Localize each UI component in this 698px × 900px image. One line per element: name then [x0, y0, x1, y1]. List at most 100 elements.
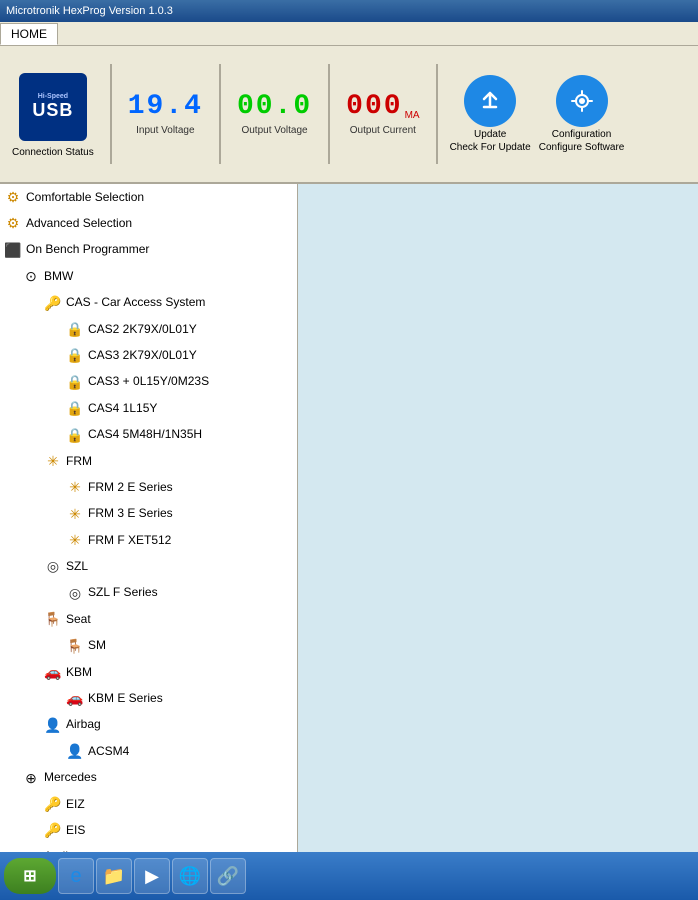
configuration-button[interactable]: Configuration Configure Software [539, 75, 625, 153]
tree-item-audi[interactable]: ∞Audi [0, 844, 297, 852]
title-text: Microtronik HexProg Version 1.0.3 [6, 5, 173, 17]
tree-item-frmf[interactable]: ✳FRM F XET512 [0, 527, 297, 553]
cas4-icon: 🔒 [66, 397, 84, 419]
cas3plus-icon: 🔒 [66, 371, 84, 393]
start-button[interactable]: ⊞ [4, 858, 56, 894]
cas-label: CAS - Car Access System [66, 293, 205, 312]
tree-item-cas3[interactable]: 🔒CAS3 2K79X/0L01Y [0, 342, 297, 368]
input-voltage-display: 19.4 [128, 93, 203, 121]
output-voltage-value: 00.0 [237, 93, 312, 121]
advanced-icon: ⚙ [4, 212, 22, 234]
elz-icon: 🔑 [44, 793, 62, 815]
tree-item-elz[interactable]: 🔑EIZ [0, 791, 297, 817]
seat-icon: 🪑 [44, 608, 62, 630]
tree-item-kbm[interactable]: 🚗KBM [0, 659, 297, 685]
tree-item-kbme[interactable]: 🚗KBM E Series [0, 685, 297, 711]
tree-item-szl[interactable]: ◎SZL [0, 553, 297, 579]
hi-speed-label: Hi-Speed [38, 93, 68, 100]
taskbar-ie[interactable]: e [58, 858, 94, 894]
update-button[interactable]: Update Check For Update [450, 75, 531, 153]
tree-item-mercedes[interactable]: ⊕Mercedes [0, 765, 297, 791]
configuration-icon [556, 75, 608, 127]
tree-item-cas4m[interactable]: 🔒CAS4 5M48H/1N35H [0, 422, 297, 448]
szlf-label: SZL F Series [88, 583, 158, 602]
tree-item-szlf[interactable]: ◎SZL F Series [0, 580, 297, 606]
szl-icon: ◎ [44, 555, 62, 577]
media-icon: ▶ [145, 866, 159, 887]
divider-2 [219, 64, 221, 164]
taskbar-net[interactable]: 🔗 [210, 858, 246, 894]
kbm-icon: 🚗 [44, 661, 62, 683]
taskbar: ⊞ e 📁 ▶ 🌐 🔗 [0, 852, 698, 900]
taskbar-chrome[interactable]: 🌐 [172, 858, 208, 894]
update-icon [464, 75, 516, 127]
output-current-display: 000 MA [346, 93, 419, 121]
chrome-icon: 🌐 [179, 866, 201, 887]
comfortable-label: Comfortable Selection [26, 188, 144, 207]
tree-item-cas3plus[interactable]: 🔒CAS3 + 0L15Y/0M23S [0, 369, 297, 395]
tree-item-eis[interactable]: 🔑EIS [0, 817, 297, 843]
output-current-unit: MA [405, 110, 420, 121]
tree-item-advanced[interactable]: ⚙Advanced Selection [0, 210, 297, 236]
files-icon: 📁 [103, 866, 125, 887]
frm-label: FRM [66, 452, 92, 471]
input-voltage-label: Input Voltage [136, 125, 194, 136]
taskbar-media[interactable]: ▶ [134, 858, 170, 894]
title-bar: Microtronik HexProg Version 1.0.3 [0, 0, 698, 22]
tree-item-cas2[interactable]: 🔒CAS2 2K79X/0L01Y [0, 316, 297, 342]
usb-text: USB [32, 100, 73, 121]
acsm4-label: ACSM4 [88, 742, 129, 761]
configure-software-label: Configure Software [539, 142, 625, 153]
kbm-label: KBM [66, 663, 92, 682]
output-current-item: 000 MA Output Current [342, 89, 423, 140]
right-panel [298, 184, 698, 852]
mercedes-label: Mercedes [44, 768, 97, 787]
output-voltage-display: 00.0 [237, 93, 312, 121]
tree-item-sm[interactable]: 🪑SM [0, 633, 297, 659]
tree-item-frm[interactable]: ✳FRM [0, 448, 297, 474]
cas3plus-label: CAS3 + 0L15Y/0M23S [88, 372, 209, 391]
input-voltage-item: 19.4 Input Voltage [124, 89, 207, 140]
tree-item-onbench[interactable]: ⬛On Bench Programmer [0, 237, 297, 263]
mercedes-icon: ⊕ [22, 767, 40, 789]
output-voltage-item: 00.0 Output Voltage [233, 89, 316, 140]
frm2-label: FRM 2 E Series [88, 478, 173, 497]
cas-icon: 🔑 [44, 292, 62, 314]
taskbar-files[interactable]: 📁 [96, 858, 132, 894]
input-voltage-value: 19.4 [128, 93, 203, 121]
seat-label: Seat [66, 610, 91, 629]
tree-item-cas4[interactable]: 🔒CAS4 1L15Y [0, 395, 297, 421]
divider-3 [328, 64, 330, 164]
frm-icon: ✳ [44, 450, 62, 472]
szl-label: SZL [66, 557, 88, 576]
ie-icon: e [70, 865, 81, 888]
usb-icon: Hi-Speed USB [19, 73, 87, 141]
frmf-label: FRM F XET512 [88, 531, 171, 550]
menu-bar: HOME [0, 22, 698, 46]
output-current-label: Output Current [350, 125, 416, 136]
airbag-icon: 👤 [44, 714, 62, 736]
frmf-icon: ✳ [66, 529, 84, 551]
kbme-icon: 🚗 [66, 687, 84, 709]
onbench-icon: ⬛ [4, 239, 22, 261]
tree-item-frm2[interactable]: ✳FRM 2 E Series [0, 474, 297, 500]
tree-item-bmw[interactable]: ⊙BMW [0, 263, 297, 289]
cas3-label: CAS3 2K79X/0L01Y [88, 346, 197, 365]
check-update-label: Check For Update [450, 142, 531, 153]
net-icon: 🔗 [217, 866, 239, 887]
usb-icon-box: Hi-Speed USB [17, 71, 89, 143]
tree-item-comfortable[interactable]: ⚙Comfortable Selection [0, 184, 297, 210]
start-orb: ⊞ [23, 866, 36, 886]
bmw-label: BMW [44, 267, 73, 286]
configuration-label: Configuration [552, 129, 611, 140]
cas4m-label: CAS4 5M48H/1N35H [88, 425, 202, 444]
tree-item-airbag[interactable]: 👤Airbag [0, 712, 297, 738]
cas4m-icon: 🔒 [66, 424, 84, 446]
tree-panel[interactable]: ⚙Comfortable Selection⚙Advanced Selectio… [0, 184, 298, 852]
tree-item-seat[interactable]: 🪑Seat [0, 606, 297, 632]
tree-item-frm3[interactable]: ✳FRM 3 E Series [0, 501, 297, 527]
tree-item-acsm4[interactable]: 👤ACSM4 [0, 738, 297, 764]
tree-item-cas[interactable]: 🔑CAS - Car Access System [0, 290, 297, 316]
divider-1 [110, 64, 112, 164]
menu-home[interactable]: HOME [0, 23, 58, 45]
